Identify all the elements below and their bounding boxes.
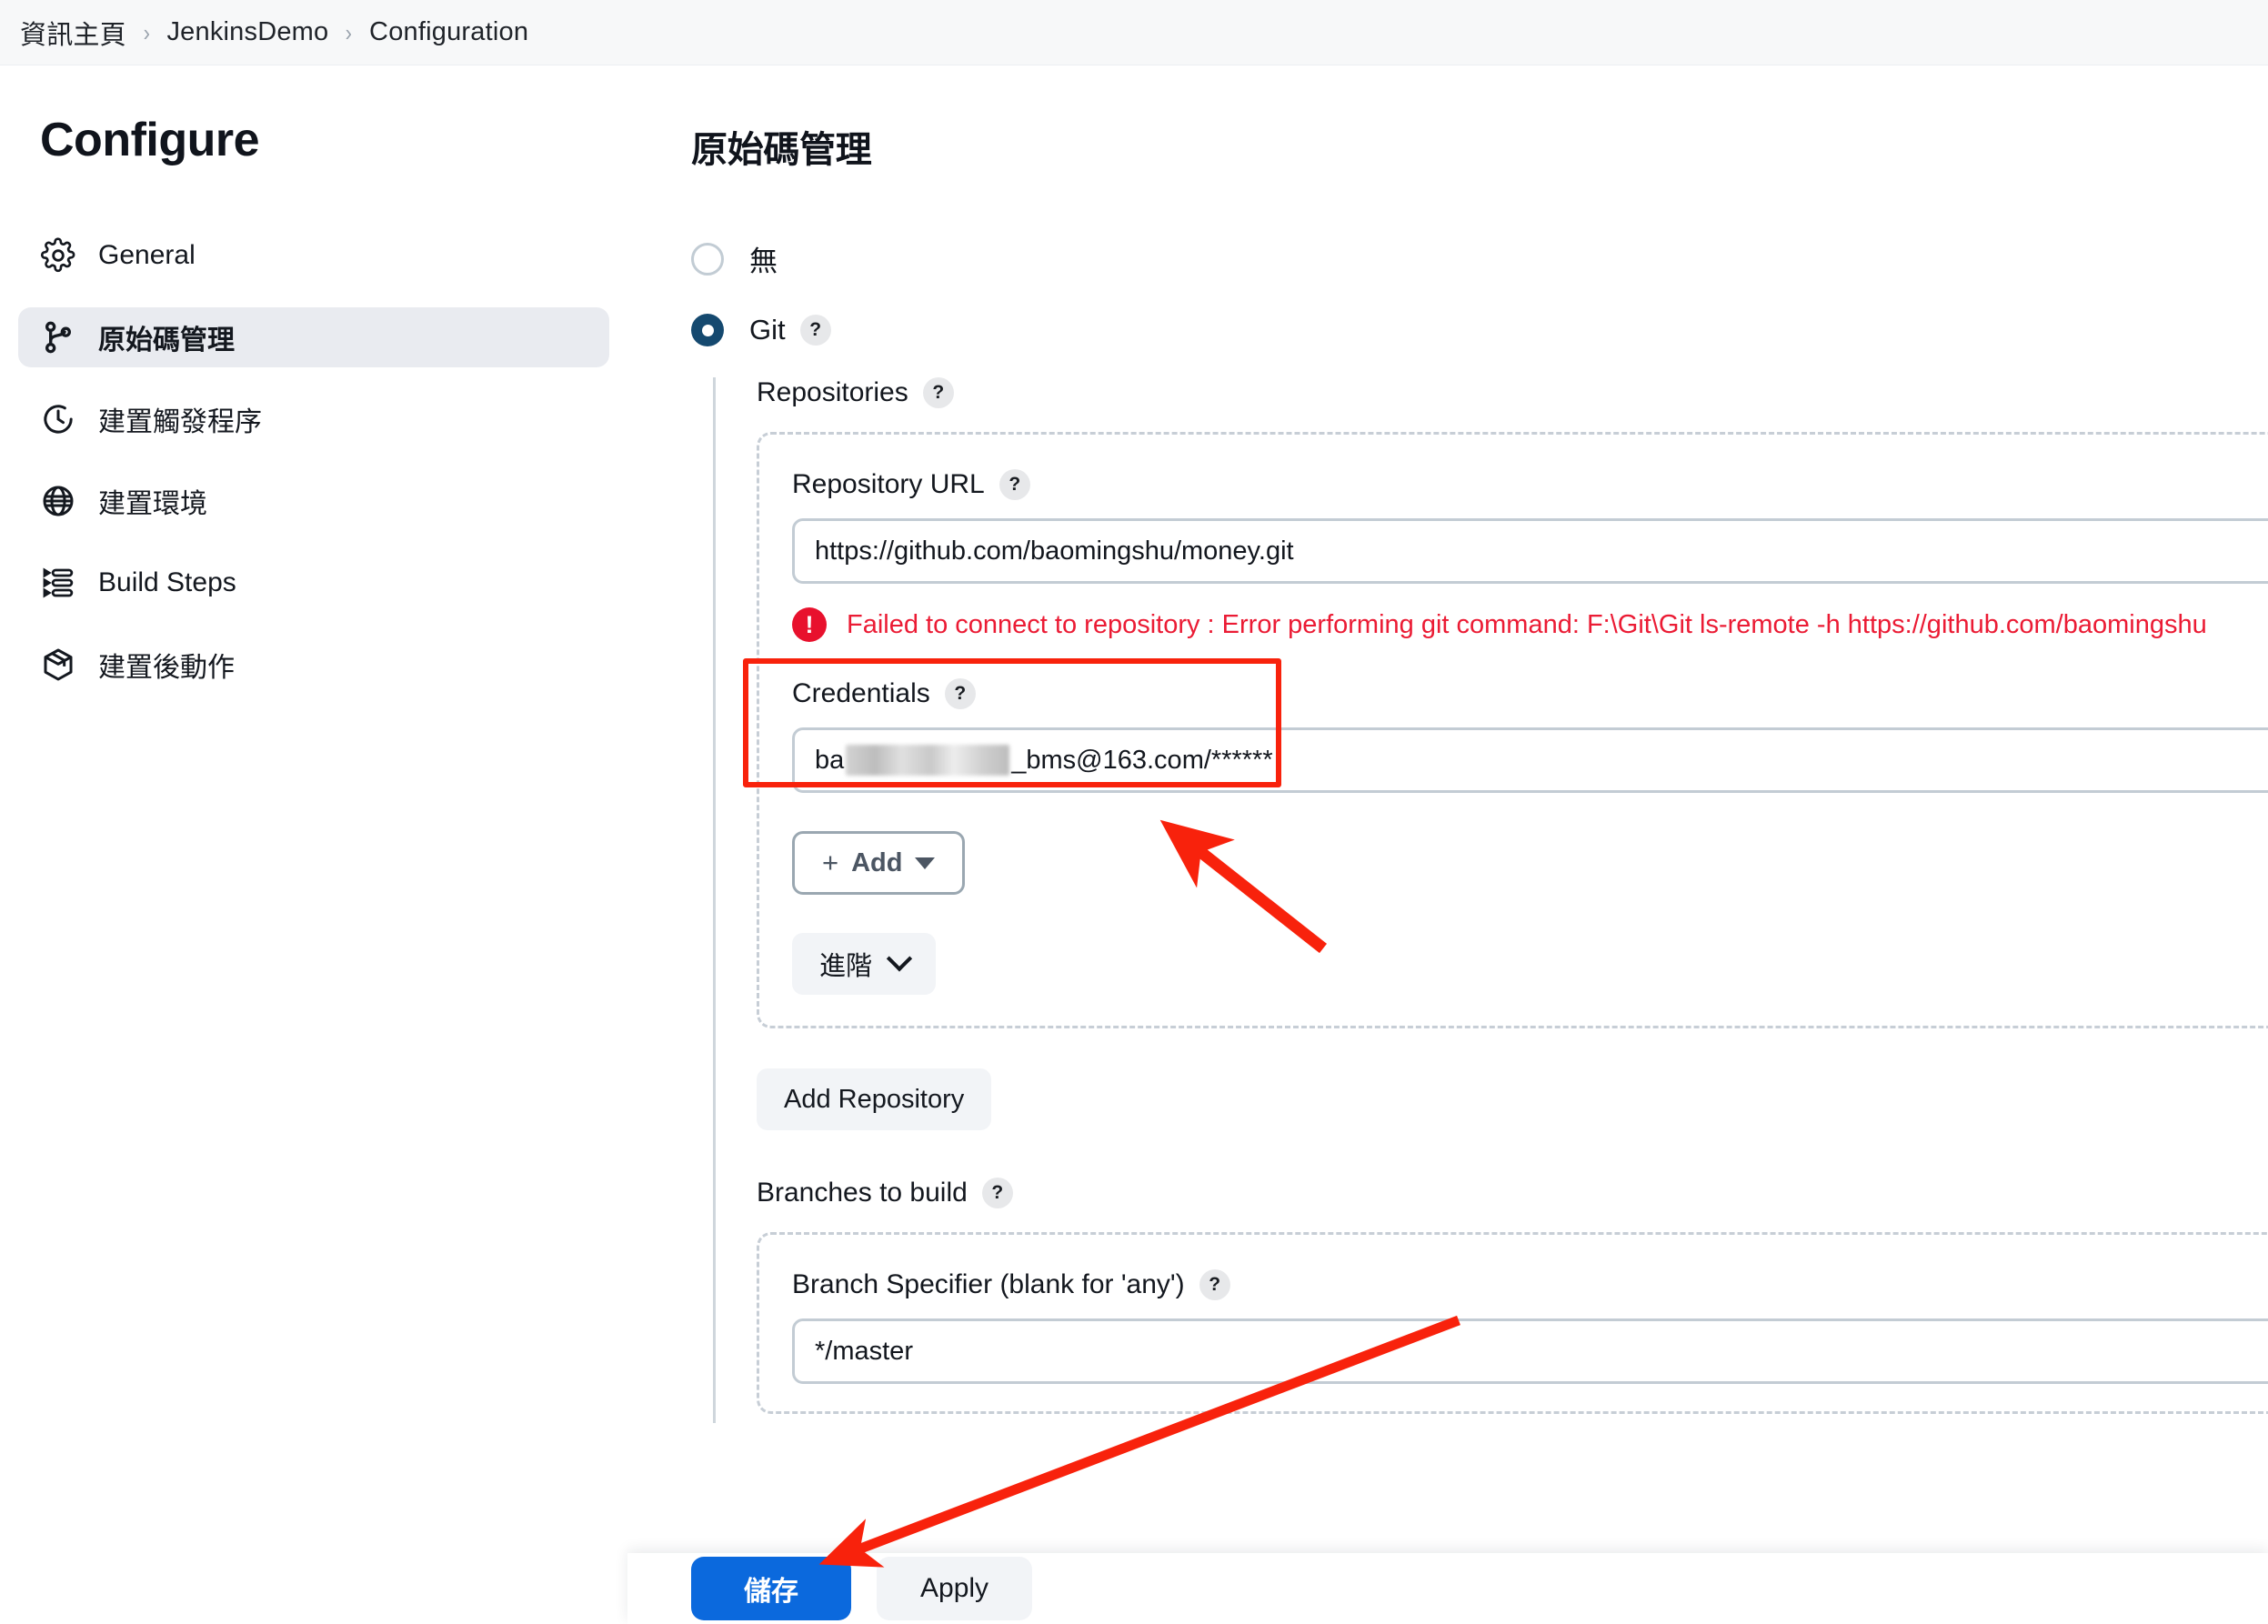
list-steps-icon bbox=[40, 565, 76, 601]
help-icon-branch-specifier[interactable]: ? bbox=[1199, 1269, 1230, 1300]
credentials-value-suffix: _bms@163.com/****** bbox=[1011, 745, 1273, 775]
help-icon-branches[interactable]: ? bbox=[981, 1178, 1013, 1208]
page-root: 資訊主頁 › JenkinsDemo › Configuration Confi… bbox=[0, 0, 2268, 1624]
repositories-label-row: Repositories ? bbox=[757, 377, 2268, 408]
repository-error-message: ! Failed to connect to repository : Erro… bbox=[792, 607, 2268, 642]
clock-icon bbox=[40, 401, 76, 437]
advanced-button-label: 進階 bbox=[819, 952, 873, 981]
error-text: Failed to connect to repository : Error … bbox=[847, 609, 2207, 639]
sidebar-item-build-steps[interactable]: Build Steps bbox=[18, 553, 609, 613]
git-settings-block: Repositories ? Repository URL ? https://… bbox=[713, 377, 2268, 1423]
globe-icon bbox=[40, 483, 76, 519]
add-repository-wrap: Add Repository bbox=[757, 1068, 2268, 1130]
sidebar-item-build-environment[interactable]: 建置環境 bbox=[18, 471, 609, 531]
help-icon-git[interactable]: ? bbox=[799, 315, 831, 346]
breadcrumb-separator: › bbox=[346, 18, 353, 46]
radio-none[interactable] bbox=[691, 242, 724, 276]
branch-specifier-label-row: Branch Specifier (blank for 'any') ? bbox=[792, 1269, 2268, 1300]
error-exclamation-icon: ! bbox=[792, 607, 827, 642]
sidebar-item-label: 原始碼管理 bbox=[98, 326, 235, 356]
scm-option-none[interactable]: 無 bbox=[691, 238, 2268, 279]
credentials-redacted-block bbox=[846, 745, 1010, 776]
sidebar-item-label: 建置環境 bbox=[98, 489, 207, 519]
repository-url-label: Repository URL bbox=[792, 469, 985, 499]
branches-to-build-label: Branches to build bbox=[757, 1178, 968, 1208]
branch-specifier-input[interactable]: */master bbox=[792, 1318, 2268, 1384]
credentials-section: Credentials ? ba _bms@163.com/****** bbox=[743, 658, 2268, 793]
advanced-button[interactable]: 進階 bbox=[792, 933, 937, 995]
section-title: 原始碼管理 bbox=[691, 130, 872, 170]
repository-url-input[interactable]: https://github.com/baomingshu/money.git bbox=[792, 518, 2268, 584]
branches-to-build-label-row: Branches to build ? bbox=[757, 1178, 2268, 1208]
sidebar-item-label: Build Steps bbox=[98, 567, 236, 597]
sidebar-item-label: General bbox=[98, 240, 196, 270]
repository-url-label-row: Repository URL ? bbox=[792, 469, 2268, 500]
breadcrumb-item-job[interactable]: JenkinsDemo bbox=[166, 17, 328, 47]
breadcrumb-item-configuration[interactable]: Configuration bbox=[369, 17, 528, 47]
sidebar-item-source-code-management[interactable]: 原始碼管理 bbox=[18, 307, 609, 367]
sidebar: Configure General 原始碼管理 建置觸發程序 建置環境 Buil… bbox=[0, 65, 627, 1624]
credentials-value-prefix: ba bbox=[815, 745, 845, 775]
plus-icon: + bbox=[822, 847, 839, 878]
credentials-label-row: Credentials ? bbox=[792, 678, 2268, 709]
help-icon-credentials[interactable]: ? bbox=[944, 678, 976, 709]
source-branch-icon bbox=[40, 319, 76, 356]
sidebar-nav-list: General 原始碼管理 建置觸發程序 建置環境 Build Steps 建置… bbox=[0, 226, 627, 695]
apply-button[interactable]: Apply bbox=[877, 1557, 1033, 1620]
sidebar-item-label: 建置後動作 bbox=[98, 653, 235, 683]
main-content: 原始碼管理 無 Git ? Repositories ? Repository … bbox=[627, 65, 2268, 1553]
sidebar-item-post-build-actions[interactable]: 建置後動作 bbox=[18, 635, 609, 695]
radio-git[interactable] bbox=[691, 314, 724, 346]
sidebar-item-label: 建置觸發程序 bbox=[98, 407, 262, 437]
breadcrumb-item-home[interactable]: 資訊主頁 bbox=[20, 14, 126, 52]
chevron-down-icon bbox=[886, 946, 913, 972]
chevron-down-icon bbox=[915, 857, 936, 869]
save-button[interactable]: 儲存 bbox=[691, 1557, 851, 1620]
help-icon-repositories[interactable]: ? bbox=[922, 377, 954, 408]
repositories-label: Repositories bbox=[757, 377, 908, 407]
gear-icon bbox=[40, 237, 76, 274]
credentials-label: Credentials bbox=[792, 678, 930, 708]
sidebar-item-general[interactable]: General bbox=[18, 226, 609, 286]
package-icon bbox=[40, 647, 76, 683]
repository-group: Repository URL ? https://github.com/baom… bbox=[743, 432, 2268, 1028]
breadcrumb: 資訊主頁 › JenkinsDemo › Configuration bbox=[0, 0, 2268, 65]
branch-specifier-label: Branch Specifier (blank for 'any') bbox=[792, 1269, 1185, 1299]
help-icon-repository-url[interactable]: ? bbox=[999, 469, 1030, 500]
branch-group: Branch Specifier (blank for 'any') ? */m… bbox=[757, 1232, 2268, 1414]
page-title: Configure bbox=[40, 114, 260, 166]
form-footer: 儲存 Apply bbox=[627, 1553, 2268, 1624]
add-repository-button[interactable]: Add Repository bbox=[757, 1068, 992, 1130]
credentials-select[interactable]: ba _bms@163.com/****** bbox=[792, 727, 2268, 793]
radio-git-label: Git bbox=[749, 314, 786, 346]
add-credentials-button[interactable]: + Add bbox=[792, 831, 966, 895]
breadcrumb-separator: › bbox=[143, 18, 150, 46]
scm-option-git[interactable]: Git ? bbox=[691, 314, 2268, 346]
radio-none-label: 無 bbox=[749, 246, 778, 277]
add-button-label: Add bbox=[851, 847, 903, 877]
sidebar-item-build-triggers[interactable]: 建置觸發程序 bbox=[18, 389, 609, 449]
